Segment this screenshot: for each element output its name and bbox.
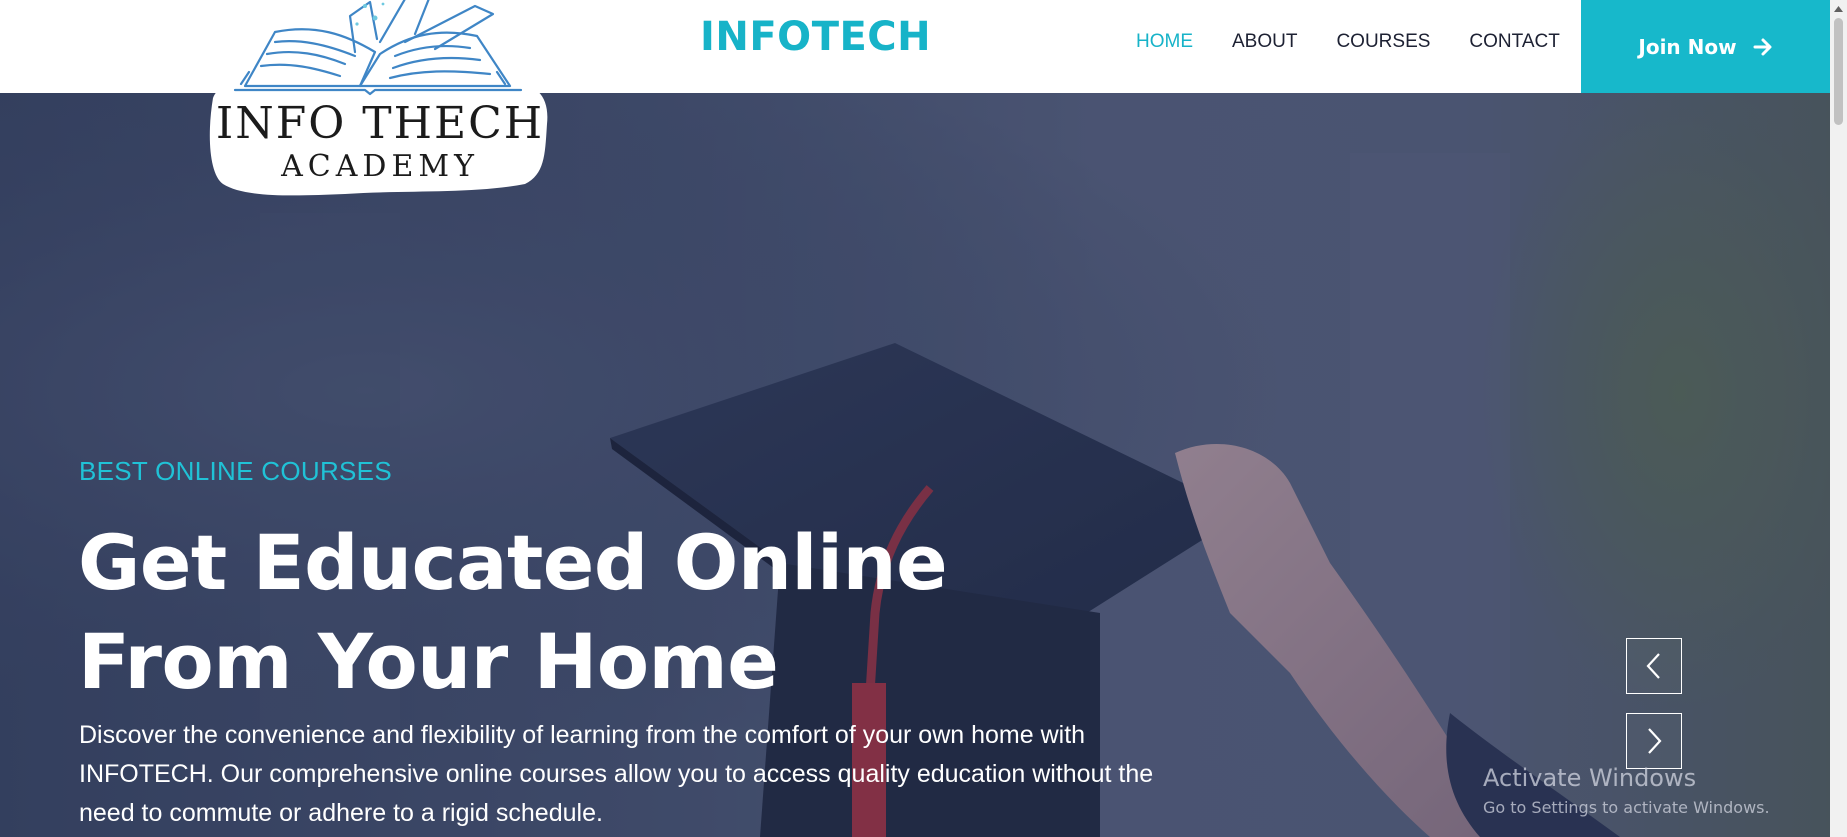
browser-viewport: BEST ONLINE COURSES Get Educated Online …	[0, 0, 1830, 837]
nav-link-courses[interactable]: COURSES	[1336, 31, 1430, 53]
chevron-right-icon	[1648, 728, 1662, 754]
page-scrollbar[interactable]	[1830, 0, 1847, 837]
hero-section: BEST ONLINE COURSES Get Educated Online …	[0, 93, 1830, 837]
hero-headline: Get Educated Online From Your Home	[78, 518, 948, 706]
scrollbar-thumb[interactable]	[1834, 18, 1843, 125]
nav-link-about[interactable]: ABOUT	[1232, 31, 1297, 53]
carousel-next-button[interactable]	[1626, 713, 1682, 769]
windows-activation-title: Activate Windows	[1483, 764, 1697, 792]
chevron-left-icon	[1646, 653, 1660, 679]
brand-title[interactable]: INFOTECH	[700, 14, 931, 60]
carousel-prev-button[interactable]	[1626, 638, 1682, 694]
logo-line2: ACADEMY	[280, 149, 479, 184]
join-now-label: Join Now	[1638, 34, 1737, 59]
scroll-up-button[interactable]	[1830, 0, 1847, 17]
main-nav: HOME ABOUT COURSES CONTACT	[1136, 31, 1599, 53]
join-now-button[interactable]: Join Now	[1581, 0, 1830, 93]
academy-logo[interactable]: INFO THECH ACADEMY	[205, 0, 555, 200]
hero-eyebrow: BEST ONLINE COURSES	[79, 456, 392, 486]
logo-line1: INFO THECH	[216, 98, 544, 149]
nav-link-contact[interactable]: CONTACT	[1469, 31, 1559, 53]
nav-link-home[interactable]: HOME	[1136, 31, 1193, 53]
windows-activation-subtitle: Go to Settings to activate Windows.	[1483, 798, 1770, 817]
caret-up-icon	[1834, 5, 1843, 12]
hero-description: Discover the convenience and flexibility…	[79, 721, 1154, 827]
arrow-right-icon	[1753, 38, 1772, 55]
